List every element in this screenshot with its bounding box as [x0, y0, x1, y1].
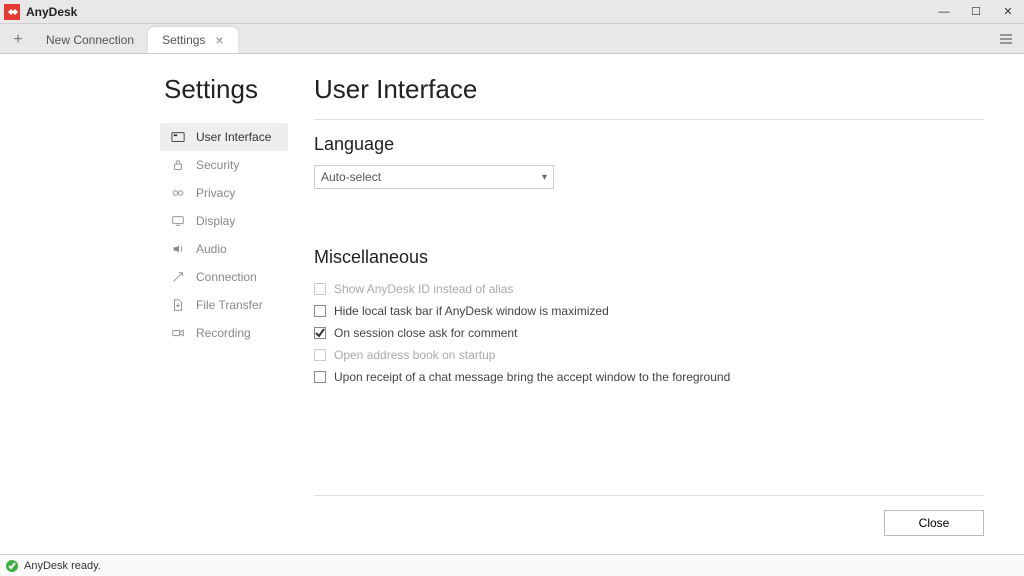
- checkbox[interactable]: [314, 327, 326, 339]
- app-logo: [4, 4, 20, 20]
- sidebar-heading: Settings: [160, 74, 300, 105]
- window-minimize-button[interactable]: —: [928, 0, 960, 24]
- page-title: User Interface: [314, 74, 984, 105]
- language-select[interactable]: Auto-select ▾: [314, 165, 554, 189]
- glasses-icon: [170, 186, 186, 200]
- window-close-button[interactable]: ✕: [992, 0, 1024, 24]
- check-hide-taskbar[interactable]: Hide local task bar if AnyDesk window is…: [314, 300, 984, 322]
- check-open-addressbook: Open address book on startup: [314, 344, 984, 366]
- checkbox-label: Show AnyDesk ID instead of alias: [334, 282, 513, 296]
- divider: [314, 119, 984, 120]
- chevron-down-icon: ▾: [542, 172, 547, 183]
- tab-menu-button[interactable]: [992, 25, 1020, 53]
- new-tab-button[interactable]: +: [4, 27, 32, 53]
- main-panel: User Interface Language Auto-select ▾ Mi…: [300, 54, 1024, 554]
- file-icon: [170, 298, 186, 312]
- sidebar-item-label: Security: [196, 158, 239, 172]
- sidebar-item-label: User Interface: [196, 130, 271, 144]
- check-session-close-comment[interactable]: On session close ask for comment: [314, 322, 984, 344]
- checkbox-label: On session close ask for comment: [334, 326, 517, 340]
- tab-label: Settings: [162, 33, 205, 47]
- titlebar: AnyDesk — ☐ ✕: [0, 0, 1024, 24]
- sidebar-item-user-interface[interactable]: User Interface: [160, 123, 288, 151]
- tab-new-connection[interactable]: New Connection: [32, 27, 148, 53]
- sidebar-item-display[interactable]: Display: [160, 207, 288, 235]
- check-show-id: Show AnyDesk ID instead of alias: [314, 278, 984, 300]
- language-value: Auto-select: [321, 170, 381, 184]
- status-ok-icon: [6, 560, 18, 572]
- camera-icon: [170, 326, 186, 340]
- monitor-icon: [170, 214, 186, 228]
- sidebar-item-file-transfer[interactable]: File Transfer: [160, 291, 288, 319]
- checkbox-label: Open address book on startup: [334, 348, 495, 362]
- checkbox[interactable]: [314, 371, 326, 383]
- misc-section-title: Miscellaneous: [314, 247, 984, 268]
- status-text: AnyDesk ready.: [24, 560, 101, 572]
- sidebar-item-label: Privacy: [196, 186, 235, 200]
- checkbox-label: Hide local task bar if AnyDesk window is…: [334, 304, 609, 318]
- close-button[interactable]: Close: [884, 510, 984, 536]
- plug-icon: [170, 270, 186, 284]
- sidebar-item-label: Recording: [196, 326, 251, 340]
- tab-label: New Connection: [46, 33, 134, 47]
- window-maximize-button[interactable]: ☐: [960, 0, 992, 24]
- tabbar: + New Connection Settings ×: [0, 24, 1024, 54]
- ui-icon: [170, 130, 186, 144]
- statusbar: AnyDesk ready.: [0, 554, 1024, 576]
- speaker-icon: [170, 242, 186, 256]
- checkbox[interactable]: [314, 305, 326, 317]
- checkbox-label: Upon receipt of a chat message bring the…: [334, 370, 730, 384]
- sidebar-item-connection[interactable]: Connection: [160, 263, 288, 291]
- tab-settings[interactable]: Settings ×: [148, 27, 238, 53]
- sidebar-item-label: Display: [196, 214, 235, 228]
- sidebar-item-privacy[interactable]: Privacy: [160, 179, 288, 207]
- sidebar-item-label: File Transfer: [196, 298, 263, 312]
- check-chat-foreground[interactable]: Upon receipt of a chat message bring the…: [314, 366, 984, 388]
- close-button-label: Close: [919, 516, 950, 530]
- sidebar-item-security[interactable]: Security: [160, 151, 288, 179]
- app-title: AnyDesk: [26, 5, 77, 19]
- sidebar-item-label: Connection: [196, 270, 257, 284]
- tab-close-icon[interactable]: ×: [215, 32, 223, 48]
- sidebar-item-audio[interactable]: Audio: [160, 235, 288, 263]
- checkbox: [314, 349, 326, 361]
- footer-buttons: Close: [314, 495, 984, 536]
- sidebar-item-recording[interactable]: Recording: [160, 319, 288, 347]
- checkbox: [314, 283, 326, 295]
- language-section-title: Language: [314, 134, 984, 155]
- sidebar-item-label: Audio: [196, 242, 227, 256]
- lock-icon: [170, 158, 186, 172]
- sidebar: Settings User Interface Security Privacy…: [0, 54, 300, 554]
